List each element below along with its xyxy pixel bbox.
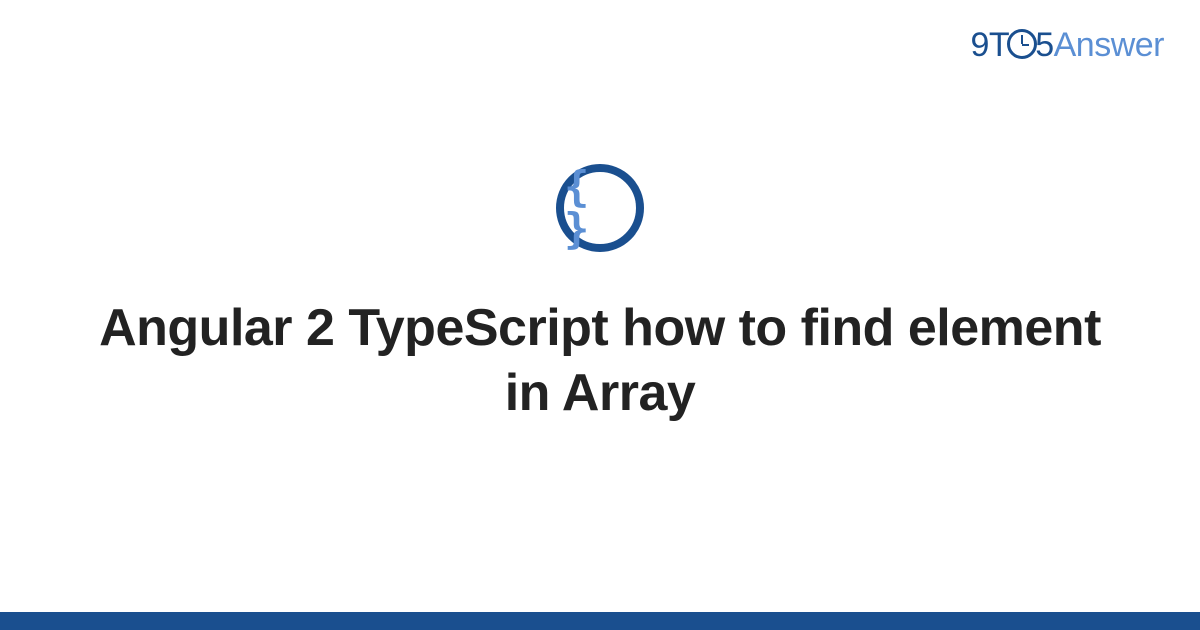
footer-bar bbox=[0, 612, 1200, 630]
code-braces-icon: { } bbox=[564, 166, 636, 250]
page-title: Angular 2 TypeScript how to find element… bbox=[75, 296, 1125, 426]
main-content: { } Angular 2 TypeScript how to find ele… bbox=[0, 0, 1200, 630]
topic-icon-circle: { } bbox=[556, 164, 644, 252]
